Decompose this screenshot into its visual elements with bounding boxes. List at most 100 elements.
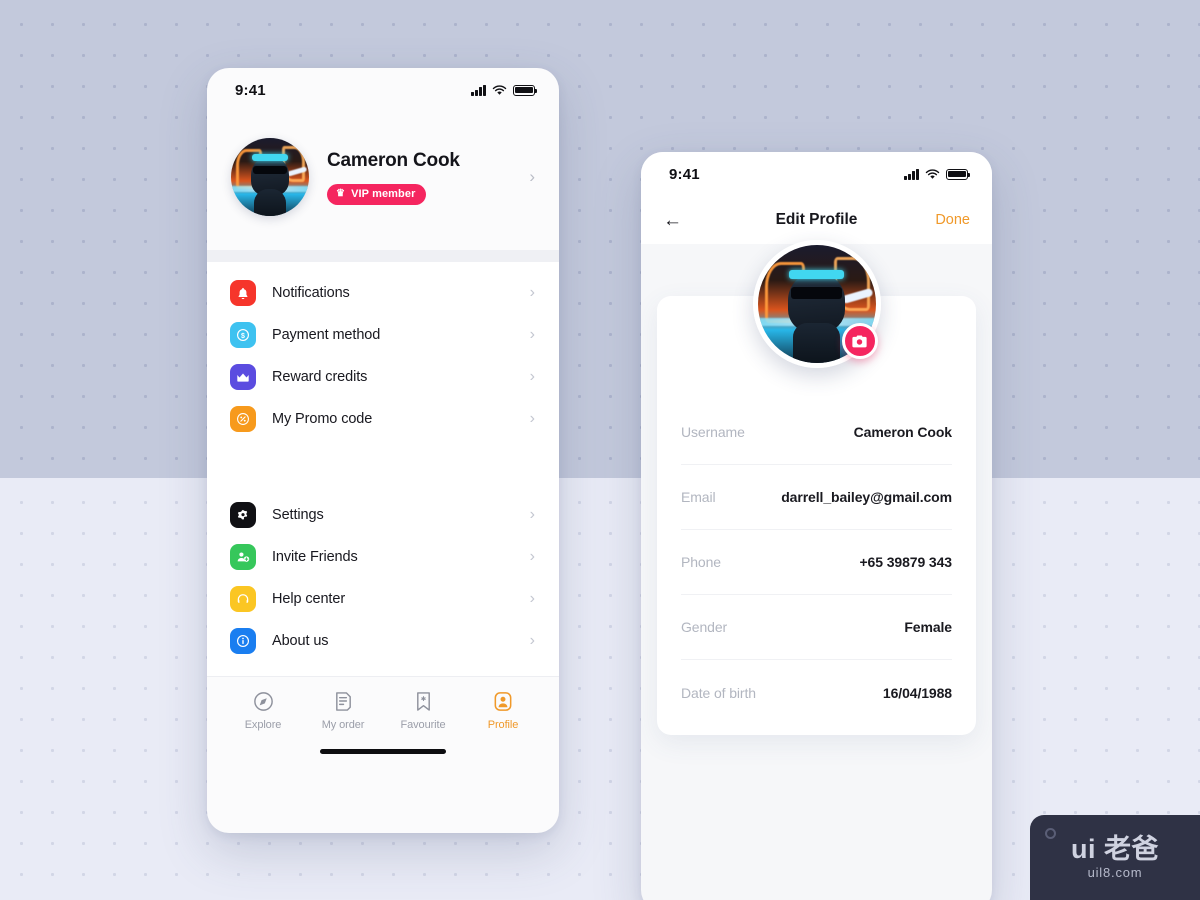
phone-mockup-profile: 9:41 Cameron Cook ♛ VIP member › Notific… (207, 68, 559, 833)
bottom-tab-bar: Explore My order Favourite Profile (207, 676, 559, 737)
dot-grid-pattern-bottom (0, 478, 1200, 900)
status-bar-time: 9:41 (669, 165, 700, 183)
bookmark-icon (414, 689, 433, 713)
section-divider (207, 250, 559, 262)
avatar[interactable] (752, 240, 881, 368)
profile-name-block: Cameron Cook ♛ VIP member (327, 150, 521, 205)
list-item[interactable]: About us › (207, 620, 559, 662)
edit-profile-body: Username Cameron Cook Email darrell_bail… (641, 240, 992, 735)
list-item-label: Invite Friends (272, 549, 358, 565)
chevron-right-icon: › (529, 284, 535, 301)
field-date-of-birth[interactable]: Date of birth 16/04/1988 (681, 660, 952, 725)
chevron-right-icon: › (529, 410, 535, 427)
document-icon (333, 689, 354, 713)
chevron-right-icon: › (529, 326, 535, 343)
status-badge-label: VIP member (351, 187, 416, 200)
avatar-container (641, 240, 992, 368)
wifi-icon (492, 84, 507, 95)
list-item[interactable]: Notifications › (207, 272, 559, 314)
list-item[interactable]: $ Payment method › (207, 314, 559, 356)
menu-group-divider (207, 454, 559, 484)
field-value: darrell_bailey@gmail.com (781, 489, 952, 505)
field-label: Gender (681, 619, 728, 635)
signal-bars-icon (471, 84, 486, 96)
crown-icon: ♛ (336, 187, 346, 199)
tab-profile[interactable]: Profile (468, 689, 538, 731)
list-item[interactable]: Invite Friends › (207, 536, 559, 578)
wifi-icon (925, 168, 940, 179)
watermark: ui 老爸 uil8.com (1030, 815, 1200, 900)
percent-tag-icon (230, 406, 256, 432)
chevron-right-icon: › (529, 506, 535, 523)
list-item[interactable]: Settings › (207, 494, 559, 536)
field-label: Email (681, 489, 716, 505)
menu-group-general: Settings › Invite Friends › Help center … (207, 484, 559, 676)
field-value: +65 39879 343 (859, 554, 952, 570)
phone-mockup-edit-profile: 9:41 ← Edit Profile Done Username Camero… (641, 152, 992, 900)
field-username[interactable]: Username Cameron Cook (681, 400, 952, 465)
tab-favourite[interactable]: Favourite (388, 689, 458, 731)
list-item-label: My Promo code (272, 411, 373, 427)
watermark-title: ui 老爸 (1071, 833, 1159, 864)
field-phone[interactable]: Phone +65 39879 343 (681, 530, 952, 595)
chevron-right-icon: › (529, 590, 535, 607)
status-bar: 9:41 (207, 68, 559, 112)
arrow-left-icon[interactable]: ← (663, 211, 682, 230)
chevron-right-icon[interactable]: › (521, 167, 535, 187)
field-value: Cameron Cook (853, 424, 952, 440)
camera-icon[interactable] (841, 323, 878, 359)
watermark-url: uil8.com (1087, 864, 1143, 880)
signal-bars-icon (904, 168, 919, 180)
tab-label: Explore (244, 719, 282, 731)
list-item-label: About us (272, 633, 329, 649)
compass-icon (252, 689, 275, 713)
navigation-bar: ← Edit Profile Done (641, 196, 992, 244)
profile-header: Cameron Cook ♛ VIP member › (207, 112, 559, 250)
gear-icon (230, 502, 256, 528)
headset-icon (230, 586, 256, 612)
profile-icon (492, 689, 514, 713)
battery-icon (513, 84, 538, 96)
tab-label: My order (321, 719, 365, 731)
home-indicator (320, 749, 446, 754)
list-item-label: Settings (272, 507, 324, 523)
menu-list: Notifications › $ Payment method › Rewar… (207, 262, 559, 676)
dollar-coin-icon: $ (230, 322, 256, 348)
status-badge[interactable]: ♛ VIP member (327, 183, 427, 205)
field-value: 16/04/1988 (882, 684, 952, 701)
field-gender[interactable]: Gender Female (681, 595, 952, 660)
done-button[interactable]: Done (935, 212, 970, 228)
list-item-label: Notifications (272, 285, 350, 301)
avatar[interactable] (231, 138, 309, 216)
tab-label: Profile (487, 719, 519, 731)
field-label: Phone (681, 554, 721, 570)
field-value: Female (904, 619, 952, 635)
bell-icon (230, 280, 256, 306)
list-item-label: Reward credits (272, 369, 368, 385)
tab-label: Favourite (400, 719, 446, 731)
list-item[interactable]: Help center › (207, 578, 559, 620)
chevron-right-icon: › (529, 632, 535, 649)
list-item-label: Help center (272, 591, 346, 607)
status-bar: 9:41 (641, 152, 992, 196)
tab-my-order[interactable]: My order (308, 689, 378, 731)
status-bar-icons (904, 168, 971, 180)
svg-text:$: $ (241, 333, 245, 340)
battery-icon (946, 168, 971, 180)
status-bar-time: 9:41 (235, 81, 266, 99)
tab-explore[interactable]: Explore (228, 689, 298, 731)
chevron-right-icon: › (529, 368, 535, 385)
status-bar-icons (471, 84, 538, 96)
list-item-label: Payment method (272, 327, 381, 343)
chevron-right-icon: › (529, 548, 535, 565)
menu-group-account: Notifications › $ Payment method › Rewar… (207, 262, 559, 454)
crown-icon (230, 364, 256, 390)
page-title: Cameron Cook (327, 149, 460, 171)
info-icon (230, 628, 256, 654)
field-email[interactable]: Email darrell_bailey@gmail.com (681, 465, 952, 530)
user-plus-icon (230, 544, 256, 570)
field-label: Username (681, 424, 745, 440)
list-item[interactable]: Reward credits › (207, 356, 559, 398)
dot-grid-pattern-top (0, 0, 1200, 478)
list-item[interactable]: My Promo code › (207, 398, 559, 440)
